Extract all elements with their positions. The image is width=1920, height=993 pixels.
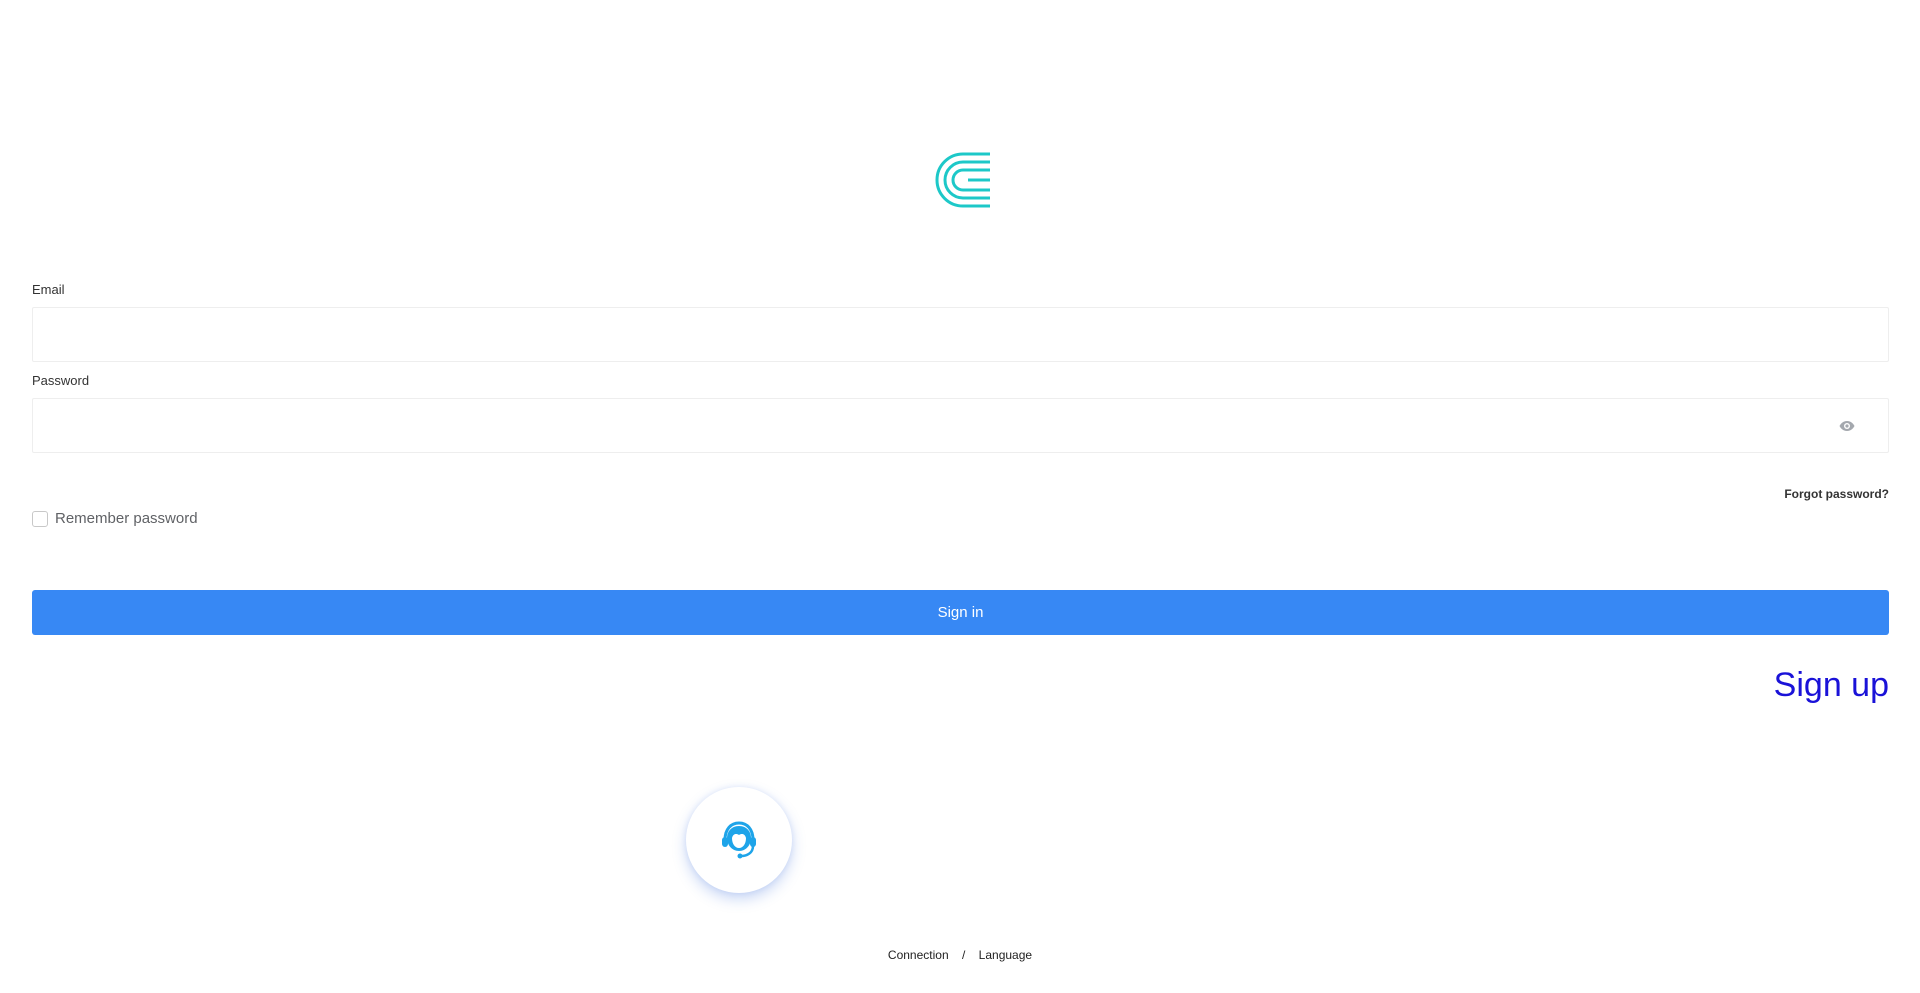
- password-field-box: [32, 398, 1889, 453]
- password-label: Password: [32, 373, 90, 388]
- checkbox-box[interactable]: [32, 510, 48, 527]
- password-field[interactable]: [33, 399, 1888, 452]
- email-field[interactable]: [33, 308, 1888, 361]
- email-field-box: [32, 307, 1889, 362]
- remember-password-label: Remember password: [55, 510, 198, 527]
- login-page: Email Password Forgot password? Remember…: [0, 0, 1920, 993]
- sign-up-link[interactable]: Sign up: [1774, 666, 1889, 705]
- connection-link[interactable]: Connection: [888, 948, 949, 962]
- language-link[interactable]: Language: [979, 948, 1032, 962]
- eye-icon[interactable]: [1839, 419, 1855, 433]
- remember-password-checkbox[interactable]: Remember password: [32, 510, 198, 527]
- footer-separator: /: [961, 948, 966, 962]
- customer-support-headset-icon: [722, 821, 756, 859]
- brand-logo-icon: [935, 152, 990, 208]
- email-label: Email: [32, 282, 65, 297]
- footer: Connection / Language: [0, 948, 1920, 962]
- sign-in-button[interactable]: Sign in: [32, 590, 1889, 635]
- forgot-password-link[interactable]: Forgot password?: [1784, 487, 1889, 501]
- customer-support-button[interactable]: [686, 787, 792, 893]
